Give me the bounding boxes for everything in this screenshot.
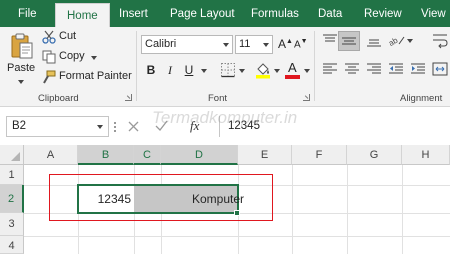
paste-label: Paste — [7, 62, 36, 74]
select-all-button[interactable] — [0, 145, 24, 165]
bold-button[interactable]: B — [144, 62, 158, 78]
column-header-e[interactable]: E — [238, 145, 292, 165]
borders-icon[interactable] — [220, 62, 236, 78]
wrap-text-icon[interactable] — [432, 33, 448, 49]
font-color-icon[interactable]: A — [285, 60, 301, 80]
tab-view[interactable]: View — [421, 0, 446, 27]
clipboard-group-label: Clipboard — [38, 93, 79, 104]
formula-input[interactable]: 12345 — [219, 116, 450, 137]
chevron-down-icon — [97, 125, 103, 129]
font-size-select[interactable]: 11 — [235, 35, 273, 54]
copy-icon — [42, 50, 56, 64]
cut-label: Cut — [59, 30, 77, 42]
fill-color-icon[interactable] — [255, 61, 271, 79]
formula-bar: B2 fx 12345 — [0, 107, 450, 145]
align-center-icon[interactable] — [344, 62, 360, 76]
cancel-icon[interactable] — [128, 121, 139, 132]
paste-dropdown-icon — [18, 80, 24, 84]
increase-font-size-icon[interactable]: A▲ — [278, 37, 293, 51]
column-header-b[interactable]: B — [78, 145, 134, 165]
insert-function-button[interactable]: fx — [190, 118, 199, 134]
gridline — [292, 165, 293, 254]
font-launcher-icon[interactable] — [303, 94, 310, 101]
column-header-g[interactable]: G — [347, 145, 402, 165]
italic-button[interactable]: I — [163, 62, 177, 78]
format-painter-button[interactable]: Format Painter — [42, 69, 132, 85]
align-left-icon[interactable] — [322, 62, 338, 76]
middle-align-icon — [342, 37, 356, 45]
name-box[interactable]: B2 — [6, 116, 109, 137]
increase-indent-icon[interactable] — [410, 62, 426, 76]
font-name-select[interactable]: Calibri — [141, 35, 233, 54]
column-header-a[interactable]: A — [24, 145, 78, 165]
column-header-f[interactable]: F — [292, 145, 347, 165]
underline-dropdown-icon[interactable] — [201, 69, 207, 73]
decrease-font-size-icon[interactable]: A▼ — [294, 38, 308, 50]
paste-icon — [11, 33, 33, 59]
merge-center-icon[interactable] — [432, 61, 448, 77]
group-separator — [136, 31, 137, 101]
font-size-value: 11 — [239, 38, 251, 50]
tab-home[interactable]: Home — [55, 3, 110, 27]
ribbon: Paste Cut Copy Format Painter Clipboard … — [0, 27, 450, 107]
row-header-4[interactable]: 4 — [0, 236, 24, 254]
tab-data[interactable]: Data — [318, 0, 342, 27]
tab-review[interactable]: Review — [364, 0, 402, 27]
chevron-down-icon — [223, 43, 229, 47]
gridline — [347, 165, 348, 254]
font-name-value: Calibri — [145, 38, 177, 50]
tab-page-layout[interactable]: Page Layout — [170, 0, 235, 27]
orientation-dropdown-icon[interactable] — [407, 39, 413, 43]
row-header-2[interactable]: 2 — [0, 185, 24, 213]
align-right-icon[interactable] — [366, 62, 382, 76]
borders-dropdown-icon[interactable] — [239, 69, 245, 73]
worksheet-grid[interactable]: A B C D E F G H 1 2 3 4 12345 Komputer — [0, 145, 450, 254]
group-separator — [314, 31, 315, 101]
copy-button[interactable]: Copy — [42, 49, 98, 65]
top-align-icon[interactable] — [322, 34, 338, 48]
font-group-label: Font — [208, 93, 228, 104]
underline-button[interactable]: U — [182, 62, 196, 78]
clipboard-launcher-icon[interactable] — [125, 94, 132, 101]
decrease-indent-icon[interactable] — [388, 62, 404, 76]
format-painter-label: Format Painter — [59, 70, 132, 82]
fill-color-dropdown-icon[interactable] — [274, 69, 280, 73]
alignment-group-label: Alignment — [400, 93, 443, 104]
chevron-down-icon — [263, 43, 269, 47]
font-color-dropdown-icon[interactable] — [304, 69, 310, 73]
middle-align-button[interactable] — [338, 31, 360, 51]
formula-bar-grip-icon[interactable] — [114, 122, 117, 132]
enter-check-icon[interactable] — [155, 120, 168, 132]
orientation-icon[interactable]: ab — [388, 32, 406, 48]
cut-button[interactable]: Cut — [42, 29, 92, 45]
column-header-h[interactable]: H — [402, 145, 450, 165]
paintbrush-icon — [43, 70, 56, 84]
scissors-icon — [42, 30, 56, 44]
paste-button[interactable]: Paste — [6, 30, 38, 90]
name-box-value: B2 — [12, 120, 27, 132]
copy-label: Copy — [59, 50, 85, 62]
gridline — [402, 165, 403, 254]
tab-file[interactable]: File — [18, 0, 37, 27]
row-header-3[interactable]: 3 — [0, 213, 24, 236]
gridline — [24, 236, 450, 237]
ribbon-tab-bar: File Home Insert Page Layout Formulas Da… — [0, 0, 450, 27]
column-header-d[interactable]: D — [161, 145, 238, 165]
tab-formulas[interactable]: Formulas — [251, 0, 299, 27]
svg-text:ab: ab — [388, 35, 400, 48]
highlight-annotation-box — [49, 174, 273, 221]
row-header-1[interactable]: 1 — [0, 165, 24, 185]
copy-dropdown-icon — [91, 56, 97, 60]
tab-insert[interactable]: Insert — [119, 0, 148, 27]
bottom-align-icon[interactable] — [366, 34, 382, 48]
column-header-c[interactable]: C — [134, 145, 161, 165]
